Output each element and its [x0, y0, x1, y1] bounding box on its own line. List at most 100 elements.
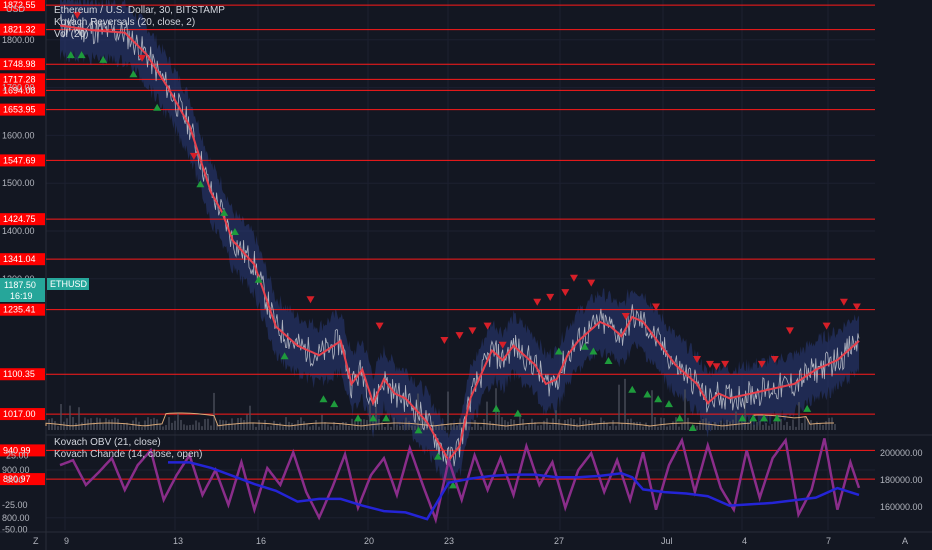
obv-tick-1: 180000.00 — [880, 475, 923, 485]
volume-bar — [144, 420, 146, 430]
volume-bar — [642, 426, 644, 430]
volume-bar — [48, 419, 50, 430]
level-tag-11: 1017.00 — [3, 409, 36, 419]
volume-bar — [171, 422, 173, 430]
volume-bar — [759, 420, 761, 430]
volume-bar — [615, 425, 617, 430]
volume-bar — [66, 418, 68, 430]
volume-bar — [549, 424, 551, 430]
volume-bar — [579, 417, 581, 430]
zoom-icon: Z — [33, 536, 39, 546]
volume-bar — [54, 421, 56, 430]
volume-bar — [132, 420, 134, 430]
volume-bar — [813, 423, 815, 430]
volume-bar — [510, 419, 512, 430]
volume-bar — [702, 418, 704, 430]
volume-bar — [687, 417, 689, 430]
price-tick-3: 1600.00 — [2, 130, 35, 140]
volume-bar — [183, 424, 185, 430]
volume-bar — [756, 421, 758, 430]
volume-bar — [165, 425, 167, 430]
volume-bar — [480, 426, 482, 430]
volume-bar — [810, 420, 812, 430]
volume-bar — [672, 421, 674, 430]
volume-bar — [501, 417, 503, 430]
level-tag-2: 1748.98 — [3, 59, 36, 69]
volume-bar — [273, 420, 275, 430]
chande-tick-0: 25.00 — [6, 450, 29, 460]
level-tag-7: 1424.75 — [3, 214, 36, 224]
volume-bar — [438, 425, 440, 430]
volume-bar — [711, 425, 713, 430]
volume-bar — [342, 422, 344, 430]
indicator-volume-label[interactable]: Vol (20) — [54, 29, 225, 41]
volume-bar — [111, 419, 113, 430]
volume-bar — [210, 425, 212, 430]
volume-bar — [114, 417, 116, 430]
volume-bar — [825, 421, 827, 430]
volume-bar — [315, 419, 317, 430]
volume-bar — [552, 418, 554, 430]
volume-bar — [303, 421, 305, 430]
volume-bar — [99, 418, 101, 430]
volume-bar — [540, 425, 542, 430]
chart-canvas[interactable]: 1872.551821.321748.981717.281694.081653.… — [0, 0, 932, 550]
volume-bar — [60, 404, 62, 430]
chart-background — [0, 0, 932, 550]
volume-bar — [834, 424, 836, 430]
time-tick-2: 16 — [256, 536, 266, 546]
volume-bar — [558, 419, 560, 430]
volume-bar — [576, 423, 578, 430]
time-tick-7: 4 — [742, 536, 747, 546]
symbol-title[interactable]: Ethereum / U.S. Dollar, 30, BITSTAMP — [54, 5, 225, 17]
volume-bar — [339, 423, 341, 430]
volume-bar — [792, 419, 794, 430]
indicator-chande-label[interactable]: Kovach Chande (14, close, open) — [54, 449, 202, 461]
volume-bar — [774, 421, 776, 430]
obv-tick-0: 200000.00 — [880, 448, 923, 458]
level-tag-9: 1235.41 — [3, 305, 36, 315]
volume-bar — [336, 425, 338, 430]
volume-bar — [396, 424, 398, 430]
volume-bar — [795, 426, 797, 430]
volume-bar — [654, 417, 656, 430]
volume-bar — [591, 421, 593, 430]
volume-bar — [624, 378, 626, 430]
volume-bar — [801, 423, 803, 430]
volume-bar — [408, 421, 410, 430]
volume-bar — [174, 420, 176, 430]
indicator-reversals-label[interactable]: Kovach Reversals (20, close, 2) — [54, 17, 225, 29]
volume-bar — [498, 412, 500, 430]
volume-bar — [474, 419, 476, 430]
volume-bar — [822, 425, 824, 430]
ticker-badge: ETHUSD — [50, 279, 88, 289]
volume-bar — [162, 426, 164, 430]
volume-bar — [804, 417, 806, 430]
indicator-obv-label[interactable]: Kovach OBV (21, close) — [54, 437, 202, 449]
volume-bar — [282, 426, 284, 430]
volume-bar — [102, 424, 104, 430]
volume-bar — [135, 417, 137, 430]
volume-bar — [657, 426, 659, 430]
volume-bar — [390, 426, 392, 430]
volume-bar — [603, 420, 605, 430]
volume-bar — [639, 421, 641, 430]
volume-bar — [84, 417, 86, 430]
volume-bar — [189, 425, 191, 430]
volume-bar — [378, 418, 380, 430]
volume-bar — [201, 426, 203, 430]
volume-bar — [723, 423, 725, 430]
volume-bar — [141, 426, 143, 430]
volume-bar — [258, 419, 260, 430]
volume-bar — [570, 418, 572, 430]
level-tag-6: 1547.69 — [3, 155, 36, 165]
volume-bar — [699, 420, 701, 430]
volume-bar — [444, 426, 446, 430]
volume-bar — [321, 414, 323, 430]
price-tick-8: 800.00 — [2, 513, 30, 523]
level-tag-8: 1341.04 — [3, 254, 36, 264]
volume-bar — [228, 422, 230, 430]
volume-bar — [546, 418, 548, 430]
volume-bar — [120, 424, 122, 430]
level-tag-5: 1653.95 — [3, 105, 36, 115]
